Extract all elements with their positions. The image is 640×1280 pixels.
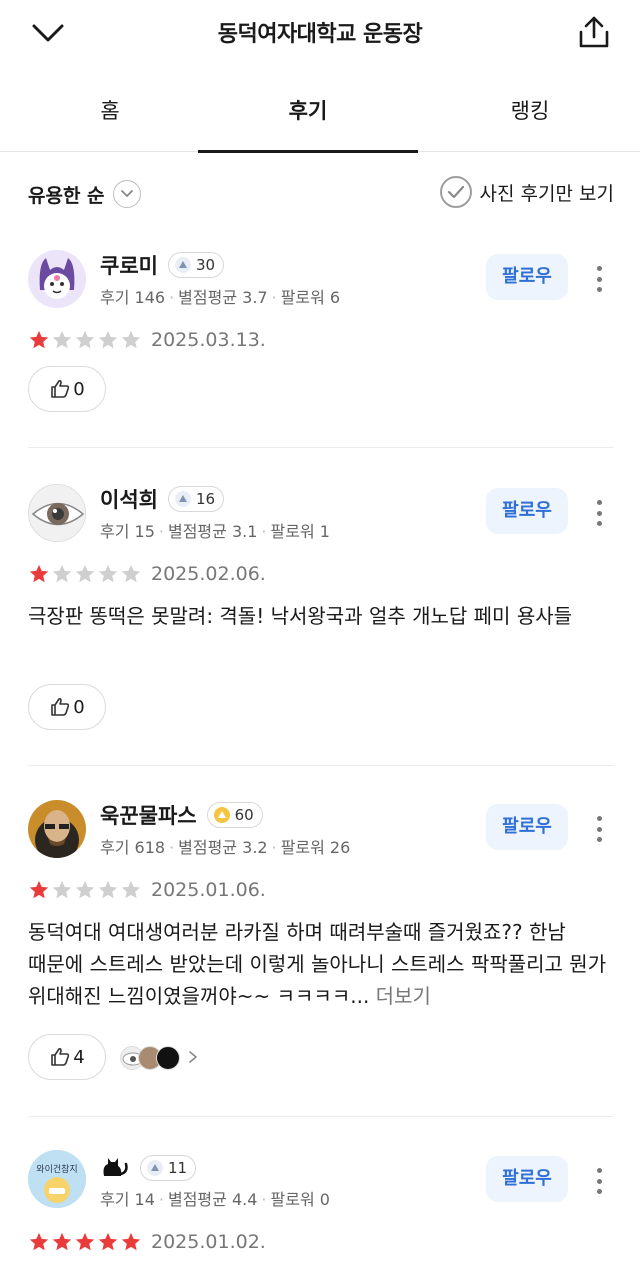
star-empty-icon: [121, 564, 141, 583]
star-empty-icon: [121, 880, 141, 899]
like-count: 0: [73, 378, 85, 400]
star-filled-icon: [29, 564, 49, 583]
stars: [28, 329, 143, 351]
star-filled-icon: [29, 330, 49, 349]
sort-bar: 유용한 순 사진 후기만 보기: [0, 176, 640, 216]
divider: [28, 447, 614, 448]
like-button[interactable]: 4: [28, 1034, 106, 1080]
more-options-icon[interactable]: [592, 814, 606, 844]
review-date: 2025.01.06.: [151, 879, 266, 901]
star-filled-icon: [29, 1232, 49, 1251]
star-filled-icon: [75, 1232, 95, 1251]
star-empty-icon: [98, 330, 118, 349]
review-date: 2025.03.13.: [151, 329, 266, 351]
star-rating: 2025.01.06.: [28, 879, 266, 901]
level-icon: [213, 807, 230, 823]
thumbs-up-icon: [51, 697, 70, 716]
tab-bar: 홈 후기 랭킹: [0, 72, 640, 153]
divider: [28, 765, 614, 766]
tab-ranking[interactable]: 랭킹: [420, 72, 640, 152]
level-icon: [147, 1159, 163, 1176]
star-empty-icon: [52, 880, 72, 899]
user-stats: 후기 618 · 별점평균 3.2 · 팔로워 26: [100, 838, 351, 857]
user-name[interactable]: 11: [100, 1152, 197, 1183]
like-button[interactable]: 0: [28, 684, 106, 730]
review-date: 2025.01.02.: [151, 1231, 266, 1253]
level-icon: [174, 257, 191, 273]
star-empty-icon: [75, 330, 95, 349]
star-filled-icon: [52, 1232, 72, 1251]
star-empty-icon: [52, 564, 72, 583]
user-stats: 후기 14 · 별점평균 4.4 · 팔로워 0: [100, 1190, 330, 1209]
star-rating: 2025.03.13.: [28, 329, 266, 351]
star-empty-icon: [75, 880, 95, 899]
page-title: 동덕여자대학교 운동장: [217, 22, 423, 47]
check-circle-icon: [439, 176, 472, 208]
star-empty-icon: [75, 564, 95, 583]
chevron-right-icon: [188, 1049, 198, 1068]
thumbs-up-icon: [51, 379, 70, 398]
liker-avatar: [156, 1046, 180, 1070]
active-tab-indicator: [198, 150, 418, 153]
avatar[interactable]: [28, 484, 86, 542]
user-name[interactable]: 욱꾼물파스 60: [100, 800, 263, 830]
top-bar: 동덕여자대학교 운동장: [0, 0, 640, 66]
more-options-icon[interactable]: [592, 264, 606, 294]
tab-home[interactable]: 홈: [0, 72, 220, 152]
cat-icon: [100, 1152, 130, 1183]
level-badge: 30: [167, 252, 225, 278]
user-name[interactable]: 쿠로미 30: [100, 250, 225, 280]
like-count: 0: [73, 696, 85, 718]
level-badge: 11: [140, 1154, 197, 1181]
avatar[interactable]: [28, 800, 86, 858]
more-options-icon[interactable]: [592, 498, 606, 528]
avatar[interactable]: 와이건참지: [28, 1150, 86, 1208]
star-filled-icon: [98, 1232, 118, 1251]
follow-button[interactable]: 팔로우: [486, 488, 568, 534]
star-rating: 2025.01.02.: [28, 1231, 266, 1253]
star-rating: 2025.02.06.: [28, 563, 266, 585]
sort-label: 유용한 순: [28, 184, 105, 207]
review-date: 2025.02.06.: [151, 563, 266, 585]
follow-button[interactable]: 팔로우: [486, 804, 568, 850]
divider: [28, 1116, 614, 1117]
tab-reviews[interactable]: 후기: [198, 72, 418, 153]
share-icon[interactable]: [574, 12, 614, 52]
level-icon: [174, 491, 191, 507]
like-button[interactable]: 0: [28, 366, 106, 412]
user-name[interactable]: 이석희 16: [100, 484, 225, 514]
user-stats: 후기 15 · 별점평균 3.1 · 팔로워 1: [100, 522, 330, 541]
star-filled-icon: [29, 880, 49, 899]
follow-button[interactable]: 팔로우: [486, 254, 568, 300]
review-text: 동덕여대 여대생여러분 라카질 하며 때려부술때 즐거웠죠?? 한남 때문에 스…: [28, 920, 607, 1008]
more-options-icon[interactable]: [592, 1166, 606, 1196]
photo-only-label: 사진 후기만 보기: [479, 182, 614, 205]
stars: [28, 1231, 143, 1253]
photo-only-toggle[interactable]: 사진 후기만 보기: [439, 176, 614, 208]
star-empty-icon: [52, 330, 72, 349]
avatar-caption: 와이건참지: [36, 1165, 78, 1175]
user-stats: 후기 146 · 별점평균 3.7 · 팔로워 6: [100, 288, 341, 307]
liker-avatars[interactable]: [120, 1046, 198, 1070]
like-count: 4: [73, 1046, 85, 1068]
follow-button[interactable]: 팔로우: [486, 1156, 568, 1202]
star-empty-icon: [121, 330, 141, 349]
star-empty-icon: [98, 564, 118, 583]
star-filled-icon: [121, 1232, 141, 1251]
thumbs-up-icon: [51, 1047, 70, 1066]
sort-dropdown[interactable]: 유용한 순: [28, 180, 141, 208]
read-more-link[interactable]: 더보기: [376, 984, 431, 1008]
review-text: 극장판 똥떡은 못말려: 격돌! 낙서왕국과 얼추 개노답 페미 용사들: [28, 604, 573, 628]
stars: [28, 563, 143, 585]
chevron-down-icon: [112, 180, 141, 208]
level-badge: 16: [167, 486, 225, 512]
level-badge: 60: [206, 802, 263, 828]
stars: [28, 879, 143, 901]
avatar[interactable]: [28, 250, 86, 308]
star-empty-icon: [98, 880, 118, 899]
